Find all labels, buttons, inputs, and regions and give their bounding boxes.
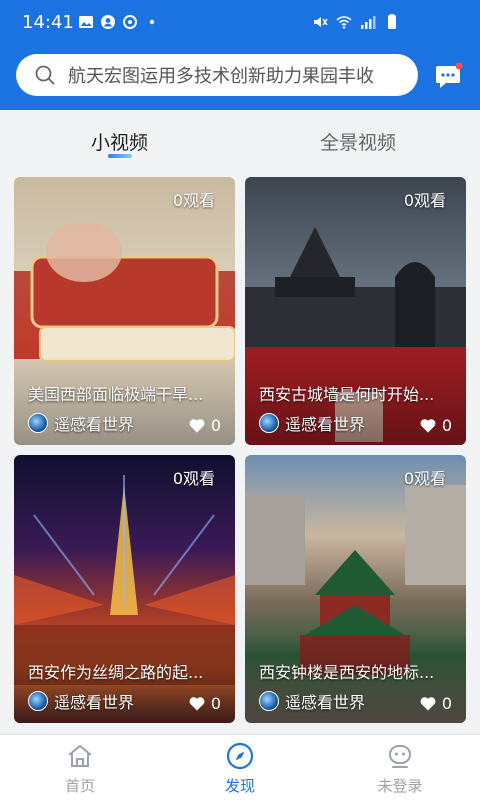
video-author: 遥感看世界 [28, 411, 134, 435]
search-input[interactable]: 航天宏图运用多技术创新助力果园丰收 [16, 54, 418, 96]
like-count: 0 [441, 416, 452, 435]
tab-panorama-video[interactable]: 全景视频 [320, 128, 396, 155]
status-time: 14:41 [22, 12, 74, 33]
video-title: 西安作为丝绸之路的起... [28, 663, 204, 682]
author-name: 遥感看世界 [54, 415, 135, 434]
view-count: 0观看 [172, 469, 215, 488]
status-left-icons [78, 14, 160, 30]
dot-icon [149, 19, 155, 25]
notification-badge [455, 62, 463, 70]
bottom-nav: 首页 发现 未登录 [0, 734, 480, 800]
video-author: 遥感看世界 [28, 689, 134, 713]
nav-home[interactable]: 首页 [40, 741, 120, 796]
compass-icon [226, 742, 254, 770]
wifi-icon [336, 16, 352, 29]
like-button[interactable]: 0 [420, 416, 452, 435]
video-card[interactable]: 0观看 西安古城墙是何时开始... 遥感看世界 0 [245, 177, 466, 445]
video-author: 遥感看世界 [259, 411, 365, 435]
mute-icon [314, 17, 328, 27]
nav-discover-label: 发现 [224, 777, 255, 795]
image-icon [79, 16, 93, 28]
like-button[interactable]: 0 [420, 694, 452, 713]
author-name: 遥感看世界 [54, 693, 135, 712]
video-title: 西安古城墙是何时开始... [259, 385, 435, 404]
like-count: 0 [210, 416, 221, 435]
view-count: 0观看 [403, 191, 446, 210]
discover-content: 小视频 全景视频 0观看 美国西部面临极端干旱... 遥感看世界 0 0观看 西… [0, 110, 480, 734]
video-title: 美国西部面临极端干旱... [28, 385, 204, 404]
avatar [28, 691, 48, 711]
nav-home-label: 首页 [64, 777, 95, 795]
nav-profile[interactable]: 未登录 [360, 741, 440, 796]
author-name: 遥感看世界 [285, 415, 366, 434]
tab-short-video[interactable]: 小视频 [91, 128, 148, 155]
video-tabs: 小视频 全景视频 [0, 110, 480, 170]
heart-icon [420, 697, 436, 711]
top-bar: 航天宏图运用多技术创新助力果园丰收 [0, 44, 480, 110]
search-placeholder: 航天宏图运用多技术创新助力果园丰收 [68, 66, 374, 87]
status-bar: 14:41 [0, 0, 480, 44]
like-count: 0 [210, 694, 221, 713]
like-button[interactable]: 0 [189, 416, 221, 435]
avatar [28, 413, 48, 433]
video-card[interactable]: 0观看 西安作为丝绸之路的起... 遥感看世界 0 [14, 455, 235, 723]
message-button[interactable] [434, 60, 464, 90]
account-icon [101, 15, 115, 29]
nav-profile-label: 未登录 [377, 777, 423, 795]
video-card[interactable]: 0观看 西安钟楼是西安的地标... 遥感看世界 0 [245, 455, 466, 723]
user-icon [389, 745, 411, 768]
video-author: 遥感看世界 [259, 689, 365, 713]
avatar [259, 691, 279, 711]
nav-discover[interactable]: 发现 [200, 741, 280, 796]
active-tab-indicator [108, 154, 132, 158]
heart-icon [420, 419, 436, 433]
view-count: 0观看 [403, 469, 446, 488]
status-right-icons [312, 14, 400, 30]
avatar [259, 413, 279, 433]
search-icon [35, 65, 55, 85]
battery-icon [388, 14, 396, 29]
author-name: 遥感看世界 [285, 693, 366, 712]
sync-icon [123, 15, 137, 29]
video-title: 西安钟楼是西安的地标... [259, 663, 435, 682]
view-count: 0观看 [172, 191, 215, 210]
heart-icon [189, 697, 205, 711]
heart-icon [189, 419, 205, 433]
signal-icon [361, 16, 376, 29]
like-count: 0 [441, 694, 452, 713]
video-card[interactable]: 0观看 美国西部面临极端干旱... 遥感看世界 0 [14, 177, 235, 445]
home-icon [68, 745, 92, 767]
like-button[interactable]: 0 [189, 694, 221, 713]
